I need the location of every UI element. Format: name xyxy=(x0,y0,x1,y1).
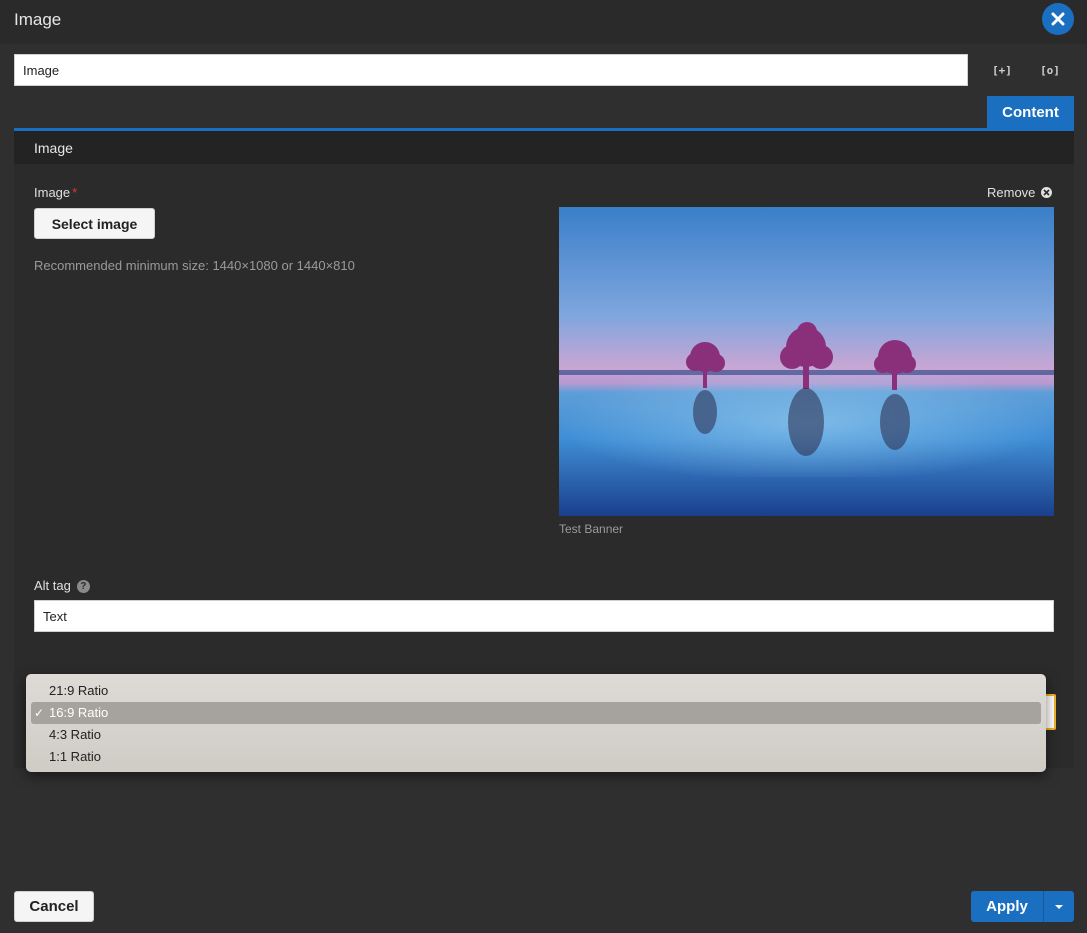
alt-tag-label-text: Alt tag xyxy=(34,578,71,593)
block-name-input[interactable] xyxy=(14,54,968,86)
image-caption: Test Banner xyxy=(559,522,624,536)
caret-down-icon xyxy=(1055,904,1063,909)
remove-icon xyxy=(1041,187,1053,198)
focus-icon[interactable]: [o] xyxy=(1038,58,1062,82)
apply-options-button[interactable] xyxy=(1043,891,1074,922)
apply-button[interactable]: Apply xyxy=(971,891,1043,922)
close-button[interactable] xyxy=(1042,3,1074,35)
image-field-label: Image * xyxy=(34,185,77,200)
option-label: 16:9 Ratio xyxy=(49,705,109,720)
image-size-hint: Recommended minimum size: 1440×1080 or 1… xyxy=(34,258,355,273)
option-label: 1:1 Ratio xyxy=(49,749,102,764)
ratio-option-21-9[interactable]: 21:9 Ratio xyxy=(26,680,1046,702)
ratio-option-1-1[interactable]: 1:1 Ratio xyxy=(26,746,1046,768)
required-mark: * xyxy=(72,185,78,200)
alt-tag-label: Alt tag? xyxy=(34,578,90,594)
expand-icon[interactable]: [+] xyxy=(990,58,1014,82)
image-label-text: Image xyxy=(34,185,71,200)
section-header: Image xyxy=(14,131,1074,164)
remove-image-button[interactable]: Remove xyxy=(987,185,1053,200)
dialog-titlebar: Image xyxy=(0,0,1087,44)
ratio-dropdown-menu: 21:9 Ratio ✓ 16:9 Ratio 4:3 Ratio 1:1 Rat… xyxy=(26,674,1046,772)
ratio-option-4-3[interactable]: 4:3 Ratio xyxy=(26,724,1046,746)
alt-tag-input[interactable] xyxy=(34,600,1054,632)
ratio-option-16-9[interactable]: ✓ 16:9 Ratio xyxy=(31,702,1041,724)
option-label: 21:9 Ratio xyxy=(49,683,109,698)
check-icon: ✓ xyxy=(34,706,45,720)
option-label: 4:3 Ratio xyxy=(49,727,102,742)
section-title: Image xyxy=(34,140,73,156)
image-preview xyxy=(559,207,1054,516)
remove-label: Remove xyxy=(987,185,1036,200)
help-icon[interactable]: ? xyxy=(76,580,90,594)
dialog-title: Image xyxy=(14,10,62,29)
cancel-button[interactable]: Cancel xyxy=(14,891,94,922)
tab-content[interactable]: Content xyxy=(987,96,1074,128)
select-image-button[interactable]: Select image xyxy=(34,208,155,239)
close-icon xyxy=(1051,12,1065,26)
